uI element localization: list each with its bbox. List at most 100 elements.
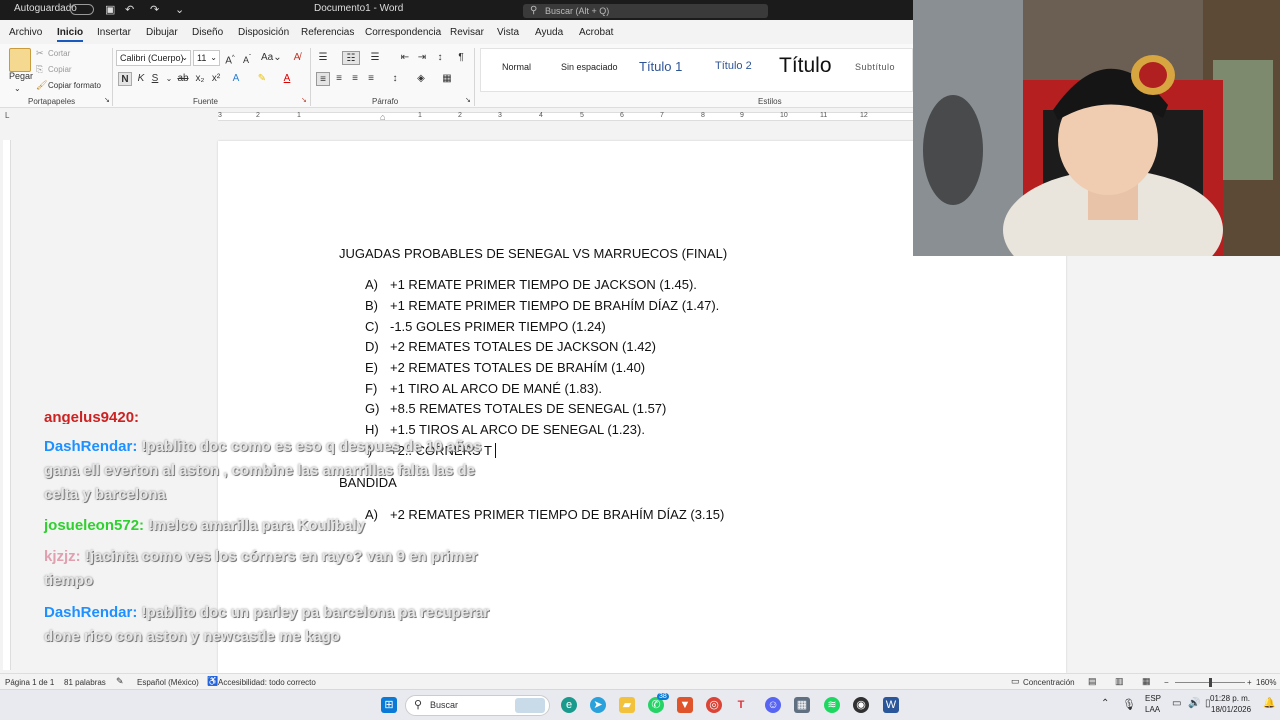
word-count[interactable]: 81 palabras [64, 678, 106, 687]
tab-revisar[interactable]: Revisar [450, 27, 484, 38]
format-painter-icon[interactable]: 🖌 [36, 80, 47, 91]
highlight-icon[interactable]: ✎ [255, 72, 269, 86]
language-indicator[interactable]: Español (México) [137, 678, 199, 687]
shrink-font-icon[interactable]: Aˇ [240, 51, 254, 65]
chrome-icon[interactable]: ◎ [706, 697, 722, 713]
clock-time[interactable]: 01:28 p. m. [1210, 694, 1250, 703]
taskbar-search[interactable]: ⚲ Buscar [405, 695, 550, 716]
align-right-icon[interactable]: ≡ [348, 72, 362, 86]
show-formatting-icon[interactable]: ¶ [454, 51, 468, 65]
network-icon[interactable]: ▭ [1172, 698, 1181, 709]
font-size-select[interactable]: 11 ⌄ [193, 50, 220, 66]
text-effects-icon[interactable]: A [229, 72, 243, 86]
line-spacing-icon[interactable]: ↕ [388, 72, 402, 86]
obs-icon[interactable]: ◉ [853, 697, 869, 713]
decrease-indent-icon[interactable]: ⇤ [398, 51, 412, 65]
tab-disposicion[interactable]: Disposición [238, 27, 289, 38]
search-input[interactable]: ⚲ Buscar (Alt + Q) [523, 4, 768, 18]
borders-icon[interactable]: ▦ [440, 72, 454, 86]
align-center-icon[interactable]: ≡ [332, 72, 346, 86]
bold-button[interactable]: N [118, 72, 132, 86]
align-left-icon[interactable]: ≡ [316, 72, 330, 86]
edge-icon[interactable]: e [561, 697, 577, 713]
font-color-icon[interactable]: A [280, 72, 294, 86]
subscript-button[interactable]: x₂ [193, 72, 207, 86]
style-heading-1[interactable]: Título 1 [639, 59, 682, 74]
tab-archivo[interactable]: Archivo [9, 27, 42, 38]
cut-button[interactable]: Cortar [48, 49, 70, 58]
italic-button[interactable]: K [134, 72, 148, 86]
clear-formatting-icon[interactable]: A̸ [290, 51, 304, 65]
style-normal[interactable]: Normal [502, 62, 531, 72]
tab-diseno[interactable]: Diseño [192, 27, 223, 38]
language-code[interactable]: ESP [1145, 694, 1161, 703]
region-code[interactable]: LAA [1145, 705, 1160, 714]
tab-inicio[interactable]: Inicio [57, 27, 84, 42]
style-heading-2[interactable]: Título 2 [715, 60, 752, 72]
clipboard-launcher-icon[interactable]: ↘ [104, 96, 110, 104]
clock-date[interactable]: 18/01/2026 [1211, 705, 1251, 714]
sort-icon[interactable]: ↕ [433, 51, 447, 65]
chevron-up-icon[interactable]: ⌃ [1101, 698, 1109, 709]
paste-button[interactable]: Pegar [9, 71, 33, 81]
tab-insertar[interactable]: Insertar [97, 27, 131, 38]
numbering-icon[interactable]: ☷ [342, 51, 360, 65]
paragraph-launcher-icon[interactable]: ↘ [465, 96, 471, 104]
zoom-slider-thumb[interactable] [1209, 678, 1212, 687]
windows-start-icon[interactable]: ⊞ [381, 697, 397, 713]
font-family-select[interactable]: Calibri (Cuerpo) ⌄ [116, 50, 191, 66]
save-icon[interactable]: ▣ [105, 3, 115, 16]
strikethrough-button[interactable]: ab [176, 72, 190, 86]
redo-icon[interactable]: ↷ [150, 3, 159, 16]
grow-font-icon[interactable]: A^ [223, 51, 237, 66]
paste-icon[interactable] [9, 48, 31, 72]
superscript-button[interactable]: x² [209, 72, 223, 86]
zoom-level[interactable]: 160% [1256, 678, 1276, 687]
justify-icon[interactable]: ≡ [364, 72, 378, 86]
tab-correspondencia[interactable]: Correspondencia [365, 27, 441, 38]
proofing-icon[interactable]: ✎ [116, 676, 124, 687]
paste-dropdown-icon[interactable]: ⌄ [14, 84, 21, 93]
spotify-icon[interactable]: ≋ [824, 697, 840, 713]
shading-icon[interactable]: ◈ [414, 72, 428, 86]
microphone-icon[interactable]: 🎙 [1122, 698, 1136, 711]
telegram-icon[interactable]: ➤ [590, 697, 606, 713]
indent-marker-icon[interactable]: ⌂ [380, 112, 385, 122]
volume-icon[interactable]: 🔊 [1188, 698, 1200, 709]
undo-icon[interactable]: ↶ [125, 3, 134, 16]
multilevel-list-icon[interactable]: ☰ [368, 51, 382, 65]
calculator-icon[interactable]: ▦ [794, 697, 810, 713]
tab-dibujar[interactable]: Dibujar [146, 27, 178, 38]
word-icon[interactable]: W [883, 697, 899, 713]
change-case-icon[interactable]: Aa⌄ [261, 51, 282, 65]
tab-acrobat[interactable]: Acrobat [579, 27, 613, 38]
style-title[interactable]: Título [779, 54, 832, 78]
underline-dropdown-icon[interactable]: ⌄ [162, 72, 176, 86]
accessibility-status[interactable]: Accesibilidad: todo correcto [218, 678, 316, 687]
typora-icon[interactable]: T [733, 697, 749, 713]
discord-icon[interactable]: ☺ [765, 697, 781, 713]
web-layout-icon[interactable]: ▦ [1142, 676, 1151, 687]
copy-icon[interactable]: ⎘ [36, 64, 43, 75]
notifications-icon[interactable]: 🔔 [1263, 698, 1275, 709]
brave-icon[interactable]: ▼ [677, 697, 693, 713]
bullets-icon[interactable]: ☰ [316, 51, 330, 65]
customize-icon[interactable]: ⌄ [175, 3, 184, 16]
tab-vista[interactable]: Vista [497, 27, 519, 38]
increase-indent-icon[interactable]: ⇥ [415, 51, 429, 65]
underline-button[interactable]: S [148, 72, 162, 86]
focus-mode-button[interactable]: Concentración [1023, 678, 1075, 687]
font-launcher-icon[interactable]: ↘ [301, 96, 307, 104]
cut-icon[interactable]: ✂ [36, 48, 44, 59]
tab-ayuda[interactable]: Ayuda [535, 27, 563, 38]
zoom-out-icon[interactable]: − [1164, 678, 1169, 687]
autosave-toggle[interactable] [70, 4, 94, 15]
tab-referencias[interactable]: Referencias [301, 27, 354, 38]
style-no-spacing[interactable]: Sin espaciado [561, 62, 618, 72]
style-subtitle[interactable]: Subtítulo [855, 62, 895, 72]
print-layout-icon[interactable]: ▥ [1115, 676, 1124, 687]
copy-button[interactable]: Copiar [48, 65, 72, 74]
file-explorer-icon[interactable]: ▰ [619, 697, 635, 713]
tab-selector-icon[interactable]: L [5, 111, 9, 120]
format-painter-button[interactable]: Copiar formato [48, 81, 101, 90]
